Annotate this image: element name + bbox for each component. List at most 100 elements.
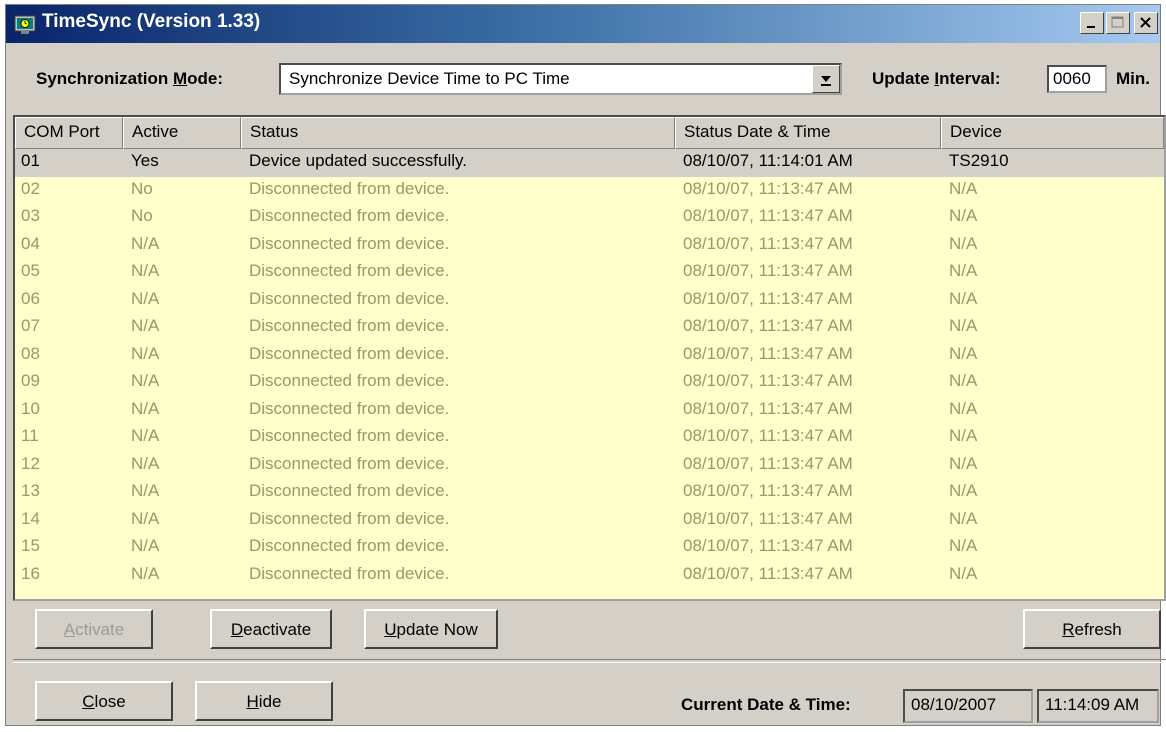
cell-com-port: 02	[21, 178, 40, 198]
close-window-button[interactable]	[1134, 12, 1158, 34]
cell-status-date-time: 08/10/07, 11:13:47 AM	[683, 343, 853, 363]
deactivate-button[interactable]: Deactivate	[210, 609, 332, 649]
table-row[interactable]: 07 N/A Disconnected from device. 08/10/07, …	[15, 314, 1164, 342]
sync-mode-label: Synchronization Mode:	[36, 69, 224, 88]
current-date-time-label: Current Date & Time:	[681, 695, 851, 714]
interval-unit-label: Min.	[1116, 69, 1150, 88]
cell-active: N/A	[131, 343, 160, 363]
cell-com-port: 09	[21, 371, 40, 390]
table-row[interactable]: 13 N/A Disconnected from device. 08/10/07, …	[15, 479, 1164, 507]
cell-device: N/A	[949, 343, 978, 363]
cell-active: N/A	[131, 536, 160, 555]
maximize-icon	[1111, 16, 1124, 28]
window-title: TimeSync (Version 1.33)	[42, 11, 261, 32]
cell-active: N/A	[131, 261, 160, 280]
cell-status-date-time: 08/10/07, 11:13:47 AM	[683, 426, 853, 445]
sync-mode-value: Synchronize Device Time to PC Time	[289, 69, 570, 88]
cell-com-port: 04	[21, 233, 40, 253]
cell-com-port: 01	[21, 151, 40, 170]
cell-status: Device updated successfully.	[249, 151, 467, 170]
cell-com-port: 06	[21, 288, 40, 308]
cell-com-port: 13	[21, 481, 40, 500]
cell-device: N/A	[949, 563, 978, 583]
table-row[interactable]: 09 N/A Disconnected from device. 08/10/07, …	[15, 369, 1164, 397]
col-com-port[interactable]: COM Port	[15, 117, 123, 149]
cell-status: Disconnected from device.	[249, 453, 450, 473]
update-interval-label: Update Interval:	[872, 69, 1001, 88]
cell-com-port: 14	[21, 508, 40, 528]
table-row[interactable]: 01 Yes Device updated successfully. 08/10/0…	[15, 149, 1164, 177]
update-interval-input[interactable]	[1047, 65, 1107, 93]
chevron-down-icon	[821, 76, 831, 86]
cell-com-port: 12	[21, 453, 40, 473]
table-row[interactable]: 12 N/A Disconnected from device. 08/10/07, …	[15, 452, 1164, 480]
col-status[interactable]: Status	[241, 117, 675, 149]
maximize-button[interactable]	[1106, 12, 1130, 34]
table-row[interactable]: 04 N/A Disconnected from device. 08/10/07, …	[15, 232, 1164, 260]
cell-status: Disconnected from device.	[249, 481, 450, 500]
table-row[interactable]: 08 N/A Disconnected from device. 08/10/07, …	[15, 342, 1164, 370]
cell-status: Disconnected from device.	[249, 206, 450, 225]
cell-status: Disconnected from device.	[249, 371, 450, 390]
hide-button[interactable]: Hide	[195, 681, 333, 721]
table-header: COM Port Active Status Status Date & Tim…	[15, 117, 1164, 149]
update-now-button[interactable]: Update Now	[364, 609, 498, 649]
cell-com-port: 11	[21, 426, 39, 445]
cell-device: N/A	[949, 206, 978, 225]
cell-status-date-time: 08/10/07, 11:13:47 AM	[683, 453, 853, 473]
cell-status: Disconnected from device.	[249, 398, 450, 418]
table-row[interactable]: 14 N/A Disconnected from device. 08/10/07, …	[15, 507, 1164, 535]
table-row[interactable]: 05 N/A Disconnected from device. 08/10/07, …	[15, 259, 1164, 287]
cell-active: No	[131, 178, 153, 198]
refresh-button[interactable]: Refresh	[1023, 609, 1161, 649]
cell-device: N/A	[949, 288, 978, 308]
cell-status: Disconnected from device.	[249, 508, 450, 528]
cell-device: N/A	[949, 426, 978, 445]
cell-status-date-time: 08/10/07, 11:13:47 AM	[683, 508, 853, 528]
minimize-button[interactable]	[1080, 12, 1104, 34]
col-active[interactable]: Active	[123, 117, 241, 149]
cell-status-date-time: 08/10/07, 11:14:01 AM	[683, 151, 853, 170]
activate-button[interactable]: Activate	[35, 609, 153, 649]
table-row[interactable]: 03 No Disconnected from device. 08/10/07, 1…	[15, 204, 1164, 232]
cell-active: N/A	[131, 426, 160, 445]
table-row[interactable]: 06 N/A Disconnected from device. 08/10/07, …	[15, 287, 1164, 315]
cell-status-date-time: 08/10/07, 11:13:47 AM	[683, 233, 853, 253]
table-row[interactable]: 11 N/A Disconnected from device. 08/10/07, …	[15, 424, 1164, 452]
divider	[13, 659, 1166, 663]
cell-device: N/A	[949, 453, 978, 473]
cell-com-port: 16	[21, 563, 40, 583]
title-bar[interactable]: TimeSync (Version 1.33)	[6, 5, 1160, 43]
cell-status: Disconnected from device.	[249, 288, 450, 308]
cell-status: Disconnected from device.	[249, 233, 450, 253]
table-row[interactable]: 02 No Disconnected from device. 08/10/07, 1…	[15, 177, 1164, 205]
cell-status-date-time: 08/10/07, 11:13:47 AM	[683, 536, 853, 555]
cell-device: N/A	[949, 233, 978, 253]
table-row[interactable]: 15 N/A Disconnected from device. 08/10/07, …	[15, 534, 1164, 562]
cell-status: Disconnected from device.	[249, 261, 450, 280]
cell-active: N/A	[131, 508, 160, 528]
cell-active: N/A	[131, 453, 160, 473]
cell-status-date-time: 08/10/07, 11:13:47 AM	[683, 288, 853, 308]
sync-mode-select[interactable]: Synchronize Device Time to PC Time	[279, 63, 842, 95]
com-port-table[interactable]: COM Port Active Status Status Date & Tim…	[13, 115, 1166, 601]
cell-com-port: 03	[21, 206, 40, 225]
col-device[interactable]: Device	[941, 117, 1164, 149]
close-button[interactable]: Close	[35, 681, 173, 721]
cell-device: N/A	[949, 481, 978, 500]
cell-com-port: 10	[21, 398, 40, 418]
cell-active: Yes	[131, 151, 159, 170]
cell-device: N/A	[949, 261, 978, 280]
table-row[interactable]: 10 N/A Disconnected from device. 08/10/07, …	[15, 397, 1164, 425]
cell-active: N/A	[131, 288, 160, 308]
sync-mode-dropdown-button[interactable]	[812, 65, 840, 93]
cell-active: N/A	[131, 563, 160, 583]
cell-device: N/A	[949, 398, 978, 418]
cell-status: Disconnected from device.	[249, 426, 450, 445]
cell-com-port: 07	[21, 316, 40, 335]
col-status-date-time[interactable]: Status Date & Time	[675, 117, 941, 149]
cell-status-date-time: 08/10/07, 11:13:47 AM	[683, 206, 853, 225]
cell-status-date-time: 08/10/07, 11:13:47 AM	[683, 371, 853, 390]
table-row[interactable]: 16 N/A Disconnected from device. 08/10/07, …	[15, 562, 1164, 590]
cell-active: N/A	[131, 233, 160, 253]
